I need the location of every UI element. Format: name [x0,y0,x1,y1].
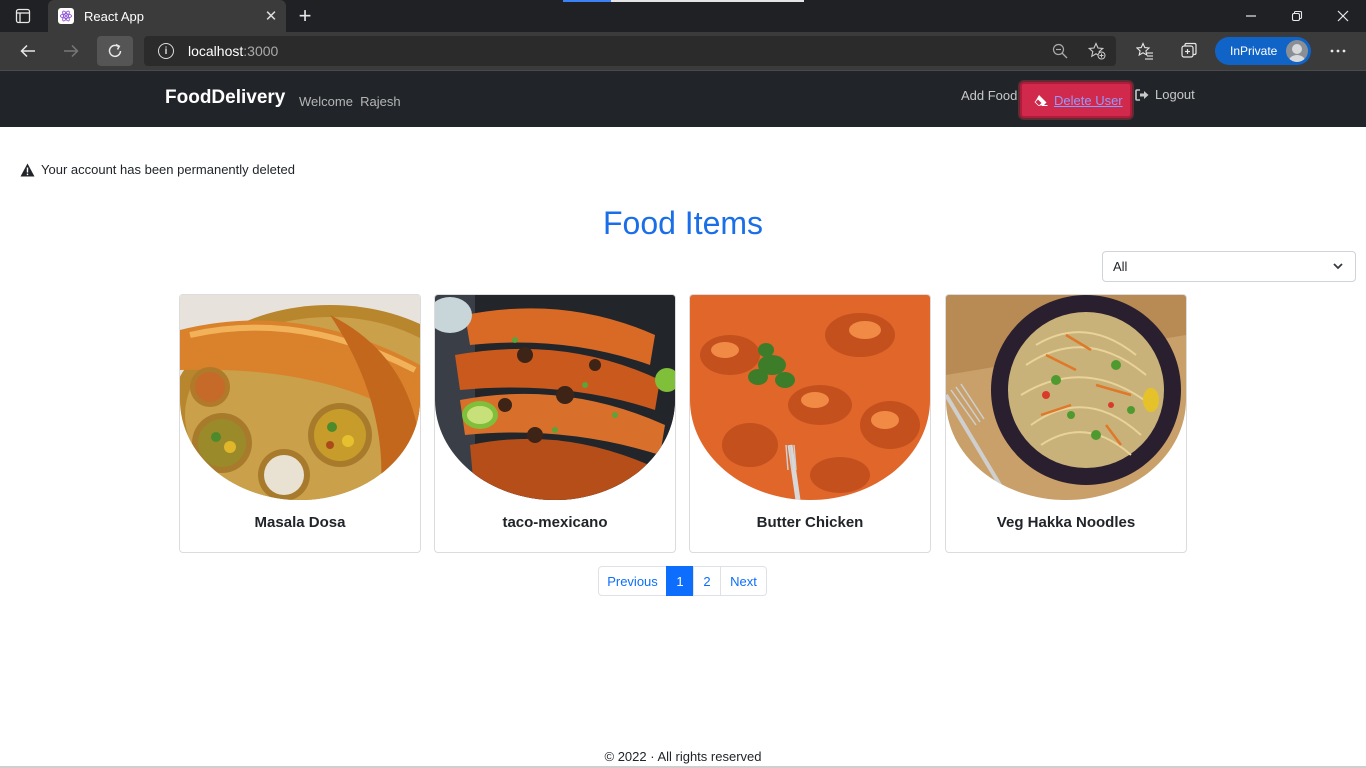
address-bar[interactable]: i localhost:3000 [144,36,1116,66]
delete-user-button[interactable]: Delete User [1020,82,1132,118]
delete-user-label: Delete User [1054,92,1123,108]
sign-out-icon [1135,88,1149,101]
inprivate-profile-button[interactable]: InPrivate [1215,37,1311,65]
add-food-link[interactable]: Add Food [961,88,1017,103]
warning-icon [20,163,35,176]
react-favicon-icon [58,8,74,24]
restore-icon[interactable] [1274,0,1320,32]
account-deleted-alert: Your account has been permanently delete… [20,162,295,177]
eraser-icon [1034,95,1048,106]
close-window-icon[interactable] [1320,0,1366,32]
previous-page-button[interactable]: Previous [598,566,667,596]
food-card[interactable]: Veg Hakka Noodles [945,294,1187,553]
page-title: Food Items [602,205,764,241]
food-name: Veg Hakka Noodles [996,514,1136,531]
url-host: localhost [188,43,244,59]
minimize-icon[interactable] [1228,0,1274,32]
profile-avatar-icon [1286,40,1308,62]
food-card[interactable]: Butter Chicken [689,294,931,553]
logout-link[interactable]: Logout [1135,87,1195,102]
zoom-out-icon[interactable] [1051,42,1069,60]
food-image-butter-chicken [690,295,930,500]
url-port: :3000 [243,43,279,59]
food-name: Masala Dosa [254,514,346,531]
page-1-button[interactable]: 1 [666,566,694,596]
new-tab-icon[interactable]: + [292,0,318,32]
refresh-icon[interactable] [97,36,133,66]
next-page-button[interactable]: Next [720,566,767,596]
alert-message: Your account has been permanently delete… [41,162,295,177]
category-filter-value: All [1113,259,1128,274]
collections-icon[interactable] [1179,41,1199,61]
back-icon[interactable] [10,36,46,66]
pagination: Previous 1 2 Next [598,566,767,596]
site-info-icon[interactable]: i [158,43,174,59]
tab-title: React App [84,8,144,24]
brand-logo[interactable]: FoodDelivery [165,87,285,109]
favorites-icon[interactable] [1135,41,1155,61]
forward-icon[interactable] [53,36,89,66]
food-card[interactable]: Masala Dosa [179,294,421,553]
welcome-text: Welcome Rajesh [299,94,401,109]
food-name: Butter Chicken [756,514,864,531]
logout-label: Logout [1155,87,1195,102]
browser-tab-bar: React App ✕ + [0,0,1366,32]
food-name: taco-mexicano [502,514,608,531]
food-image-veg-hakka-noodles [946,295,1186,500]
app-navbar: FoodDelivery Welcome Rajesh Add Food Del… [0,70,1366,127]
food-image-masala-dosa [180,295,420,500]
footer-copyright: © 2022 · All rights reserved [604,749,762,764]
browser-toolbar: i localhost:3000 [0,32,1366,70]
category-filter-select[interactable]: All [1102,251,1356,282]
inprivate-label: InPrivate [1230,44,1278,58]
browser-tab[interactable]: React App ✕ [48,0,286,32]
loading-progress-bar [563,0,804,2]
tab-close-icon[interactable]: ✕ [256,7,286,25]
food-image-taco-mexicano [435,295,675,500]
food-card[interactable]: taco-mexicano [434,294,676,553]
add-favorite-icon[interactable] [1088,42,1106,60]
chevron-down-icon [1333,263,1343,270]
page-2-button[interactable]: 2 [693,566,721,596]
more-options-icon[interactable] [1328,41,1348,61]
tab-actions-icon[interactable] [0,0,46,32]
